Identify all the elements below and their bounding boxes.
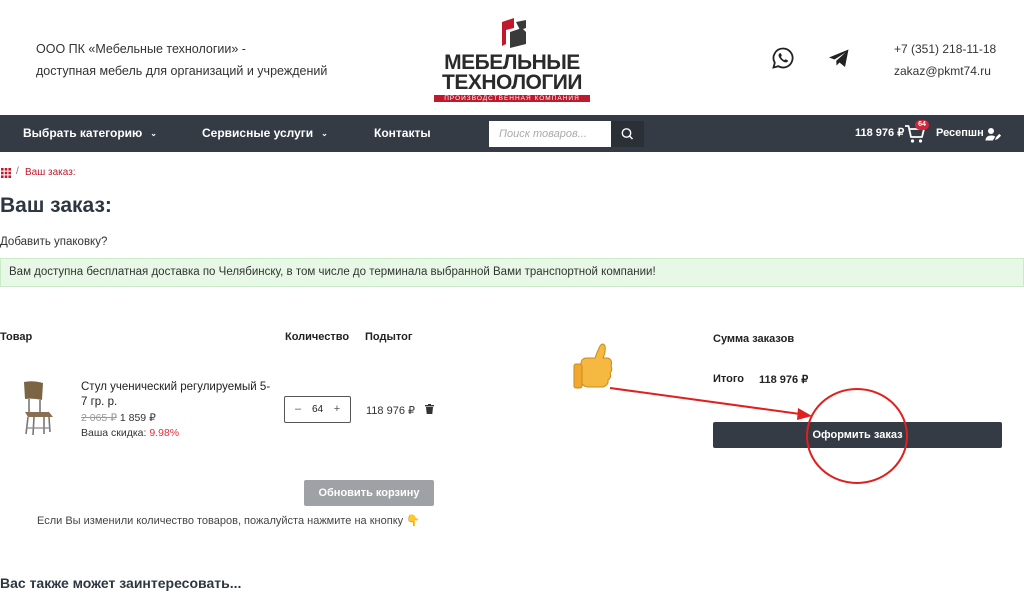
related-products-title: Вас также может заинтересовать... [0, 575, 242, 591]
site-header: ООО ПК «Мебельные технологии» - доступна… [0, 0, 1024, 115]
search-icon [621, 128, 633, 140]
email-link[interactable]: zakaz@pkmt74.ru [894, 60, 996, 82]
annotation-arrow [609, 387, 801, 415]
chevron-down-icon: ⌄ [321, 129, 328, 138]
user-edit-icon[interactable] [985, 127, 1001, 141]
breadcrumb-current: Ваш заказ: [25, 167, 76, 178]
quantity-input[interactable]: 64 [307, 397, 328, 422]
quantity-decrease-button[interactable]: – [290, 397, 306, 422]
nav-services-label: Сервисные услуги [202, 126, 314, 140]
grid-home-icon[interactable] [1, 168, 11, 178]
chevron-down-icon: ⌄ [150, 129, 157, 138]
logo-mark-icon [502, 18, 526, 48]
checkout-button[interactable]: Оформить заказ [713, 422, 1002, 448]
page-title: Ваш заказ: [0, 194, 112, 217]
free-delivery-notice: Вам доступна бесплатная доставка по Челя… [0, 258, 1024, 287]
nav-services[interactable]: Сервисные услуги ⌄ [202, 115, 328, 152]
main-nav: Выбрать категорию ⌄ Сервисные услуги ⌄ Кон… [0, 115, 1024, 152]
product-current-price: 1 859 ₽ [119, 412, 156, 424]
trash-icon[interactable] [425, 404, 434, 414]
update-cart-button[interactable]: Обновить корзину [304, 480, 434, 506]
company-name: ООО ПК «Мебельные технологии» - [36, 42, 246, 56]
annotation-arrowhead [797, 408, 812, 420]
whatsapp-icon[interactable] [771, 46, 795, 70]
breadcrumb-separator: / [16, 166, 19, 177]
company-slogan: доступная мебель для организаций и учреж… [36, 64, 328, 78]
site-logo[interactable]: МЕБЕЛЬНЫЕ ТЕХНОЛОГИИ ПРОИЗВОДСТВЕННАЯ КО… [432, 18, 592, 102]
product-image[interactable] [19, 380, 61, 437]
cart-total[interactable]: 118 976 ₽ [855, 115, 904, 152]
column-header-quantity: Количество [285, 331, 350, 343]
nav-category-label: Выбрать категорию [23, 126, 143, 140]
column-header-subtotal: Подытог [365, 331, 413, 343]
line-subtotal: 118 976 ₽ [366, 405, 416, 417]
thumbs-up-icon [573, 343, 613, 389]
search-button[interactable] [611, 121, 644, 147]
product-discount: Ваша скидка: 9.98% [81, 427, 179, 439]
quantity-stepper: – 64 + [284, 396, 351, 423]
search-input[interactable] [489, 121, 611, 147]
total-value: 118 976 ₽ [759, 374, 809, 386]
add-packaging-link[interactable]: Добавить упаковку? [0, 236, 107, 248]
total-label: Итого [713, 373, 745, 385]
phone-link[interactable]: +7 (351) 218-11-18 [894, 38, 996, 60]
header-contacts: +7 (351) 218-11-18 zakaz@pkmt74.ru [894, 38, 996, 82]
discount-value: 9.98% [149, 427, 180, 439]
discount-label: Ваша скидка: [81, 427, 147, 439]
column-header-product: Товар [0, 331, 33, 343]
telegram-icon[interactable] [827, 46, 851, 70]
order-summary-title: Сумма заказов [713, 333, 795, 345]
update-cart-hint: Если Вы изменили количество товаров, пож… [37, 515, 420, 527]
nav-category[interactable]: Выбрать категорию ⌄ [23, 115, 157, 152]
product-old-price: 2 065 ₽ [81, 412, 117, 424]
company-tagline: ООО ПК «Мебельные технологии» - доступна… [36, 38, 327, 82]
quantity-increase-button[interactable]: + [329, 397, 345, 422]
logo-text-line2: ТЕХНОЛОГИИ [442, 71, 582, 94]
product-price: 2 065 ₽1 859 ₽ [81, 412, 156, 424]
nav-contacts[interactable]: Контакты [374, 115, 431, 152]
cart-count-badge: 64 [915, 120, 929, 130]
product-name-link[interactable]: Стул ученический регулируемый 5-7 гр. р. [81, 380, 271, 410]
logo-text-line3: ПРОИЗВОДСТВЕННАЯ КОМПАНИЯ [434, 95, 590, 102]
user-name[interactable]: Ресепшн [936, 115, 984, 152]
